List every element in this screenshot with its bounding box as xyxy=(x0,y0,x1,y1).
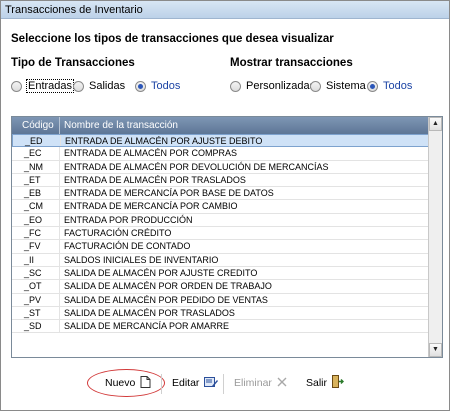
nuevo-label: Nuevo xyxy=(105,377,136,389)
vertical-scrollbar[interactable]: ▲ ▼ xyxy=(428,117,442,357)
column-header-name[interactable]: Nombre de la transacción xyxy=(61,117,178,134)
cell-name: SALDOS INICIALES DE INVENTARIO xyxy=(64,254,219,265)
editar-label: Editar xyxy=(172,377,200,389)
new-document-icon xyxy=(140,375,151,391)
cell-name: ENTRADA DE ALMACÉN POR DEVOLUCIÓN DE MER… xyxy=(64,161,329,172)
grid-rows: _ED ENTRADA DE ALMACÉN POR AJUSTE DEBITO _… xyxy=(12,134,429,334)
cell-code: _ED xyxy=(13,135,61,147)
radio-circle xyxy=(11,80,22,92)
exit-door-icon xyxy=(332,375,345,391)
radio-circle xyxy=(73,80,84,92)
table-row[interactable]: _ET ENTRADA DE ALMACÉN POR TRASLADOS xyxy=(12,173,429,188)
cell-name: ENTRADA POR PRODUCCIÓN xyxy=(64,214,193,225)
cell-name: ENTRADA DE MERCANCÍA POR CAMBIO xyxy=(64,201,238,212)
cell-name: ENTRADA DE ALMACÉN POR AJUSTE DEBITO xyxy=(65,136,263,146)
radio-circle xyxy=(135,80,146,92)
radio-todos-mostrar[interactable]: Todos xyxy=(367,79,412,93)
radio-sistema[interactable]: Sistema xyxy=(310,79,366,93)
nuevo-button[interactable]: Nuevo xyxy=(105,370,151,396)
table-row[interactable]: _FC FACTURACIÓN CRÉDITO xyxy=(12,227,429,241)
radio-circle xyxy=(310,80,321,92)
scroll-down-icon[interactable]: ▼ xyxy=(429,343,442,357)
table-row[interactable]: _NM ENTRADA DE ALMACÉN POR DEVOLUCIÓN DE … xyxy=(12,160,429,174)
table-row[interactable]: _ED ENTRADA DE ALMACÉN POR AJUSTE DEBITO xyxy=(12,134,429,148)
cell-name: FACTURACIÓN CRÉDITO xyxy=(64,228,172,239)
cell-code: _ST xyxy=(12,306,60,320)
delete-x-icon xyxy=(277,377,287,390)
cell-code: _EB xyxy=(12,187,60,200)
radio-entradas[interactable]: Entradas xyxy=(11,79,75,93)
cell-code: _PV xyxy=(12,293,60,306)
toolbar-divider xyxy=(161,374,162,394)
cell-code: _SD xyxy=(12,320,60,333)
radio-todos-tipo[interactable]: Todos xyxy=(135,79,180,93)
toolbar-divider xyxy=(223,374,224,394)
instructions-heading: Seleccione los tipos de transacciones qu… xyxy=(11,33,334,45)
table-row[interactable]: _FV FACTURACIÓN DE CONTADO xyxy=(12,240,429,254)
mostrar-group-title: Mostrar transacciones xyxy=(230,57,353,69)
grid-header: Código Nombre de la transacción xyxy=(12,117,429,134)
table-row[interactable]: _SC SALIDA DE ALMACÉN POR AJUSTE CREDITO xyxy=(12,266,429,281)
column-header-code[interactable]: Código xyxy=(12,117,60,134)
scroll-up-icon[interactable]: ▲ xyxy=(429,117,442,131)
salir-button[interactable]: Salir xyxy=(306,370,345,396)
cell-code: _II xyxy=(12,253,60,266)
eliminar-label: Eliminar xyxy=(234,377,272,389)
table-row[interactable]: _EO ENTRADA POR PRODUCCIÓN xyxy=(12,213,429,228)
cell-name: SALIDA DE ALMACÉN POR ORDEN DE TRABAJO xyxy=(64,281,272,292)
cell-name: SALIDA DE ALMACÉN POR AJUSTE CREDITO xyxy=(64,267,258,278)
table-row[interactable]: _SD SALIDA DE MERCANCÍA POR AMARRE xyxy=(12,320,429,334)
cell-code: _EO xyxy=(12,213,60,227)
cell-code: _EC xyxy=(12,147,60,160)
radio-circle xyxy=(367,80,378,92)
window-title: Transacciones de Inventario xyxy=(5,4,143,16)
table-row[interactable]: _ST SALIDA DE ALMACÉN POR TRASLADOS xyxy=(12,306,429,321)
radio-circle xyxy=(230,80,241,92)
radio-label: Personlizadas xyxy=(246,80,316,92)
cell-name: ENTRADA DE MERCANCÍA POR BASE DE DATOS xyxy=(64,188,274,199)
radio-salidas[interactable]: Salidas xyxy=(73,79,125,93)
editar-button[interactable]: Editar xyxy=(172,370,219,396)
table-row[interactable]: _OT SALIDA DE ALMACÉN POR ORDEN DE TRABAJ… xyxy=(12,280,429,294)
radio-label: Entradas xyxy=(25,79,75,93)
eliminar-button[interactable]: Eliminar xyxy=(234,370,287,396)
cell-name: ENTRADA DE ALMACÉN POR TRASLADOS xyxy=(64,174,246,185)
cell-name: SALIDA DE ALMACÉN POR PEDIDO DE VENTAS xyxy=(64,294,268,305)
cell-name: ENTRADA DE ALMACÉN POR COMPRAS xyxy=(64,148,238,159)
radio-label: Salidas xyxy=(89,80,126,92)
cell-name: FACTURACIÓN DE CONTADO xyxy=(64,241,191,252)
salir-label: Salir xyxy=(306,377,328,389)
edit-icon xyxy=(204,376,219,391)
cell-code: _ET xyxy=(12,173,60,187)
transacciones-window: Transacciones de Inventario Seleccione l… xyxy=(0,0,450,411)
cell-name: SALIDA DE MERCANCÍA POR AMARRE xyxy=(64,321,230,332)
cell-code: _FC xyxy=(12,227,60,240)
cell-code: _NM xyxy=(12,160,60,173)
table-row[interactable]: _II SALDOS INICIALES DE INVENTARIO xyxy=(12,253,429,267)
cell-name: SALIDA DE ALMACÉN POR TRASLADOS xyxy=(64,307,235,318)
table-row[interactable]: _EC ENTRADA DE ALMACÉN POR COMPRAS xyxy=(12,147,429,161)
cell-code: _CM xyxy=(12,200,60,213)
radio-label: Todos xyxy=(383,80,413,92)
tipo-group-title: Tipo de Transacciones xyxy=(11,57,135,69)
bottom-toolbar: Nuevo Editar Eliminar Salir xyxy=(1,369,450,398)
table-row[interactable]: _EB ENTRADA DE MERCANCÍA POR BASE DE DATO… xyxy=(12,187,429,201)
radio-label: Todos xyxy=(151,80,181,92)
transactions-grid[interactable]: Código Nombre de la transacción _ED ENTRA… xyxy=(11,116,443,358)
cell-code: _FV xyxy=(12,240,60,253)
cell-code: _SC xyxy=(12,266,60,280)
radio-personalizadas[interactable]: Personlizadas xyxy=(230,79,315,93)
table-row[interactable]: _PV SALIDA DE ALMACÉN POR PEDIDO DE VENTA… xyxy=(12,293,429,307)
radio-label: Sistema xyxy=(326,80,366,92)
table-row[interactable]: _CM ENTRADA DE MERCANCÍA POR CAMBIO xyxy=(12,200,429,214)
title-bar: Transacciones de Inventario xyxy=(1,1,449,19)
cell-code: _OT xyxy=(12,280,60,293)
